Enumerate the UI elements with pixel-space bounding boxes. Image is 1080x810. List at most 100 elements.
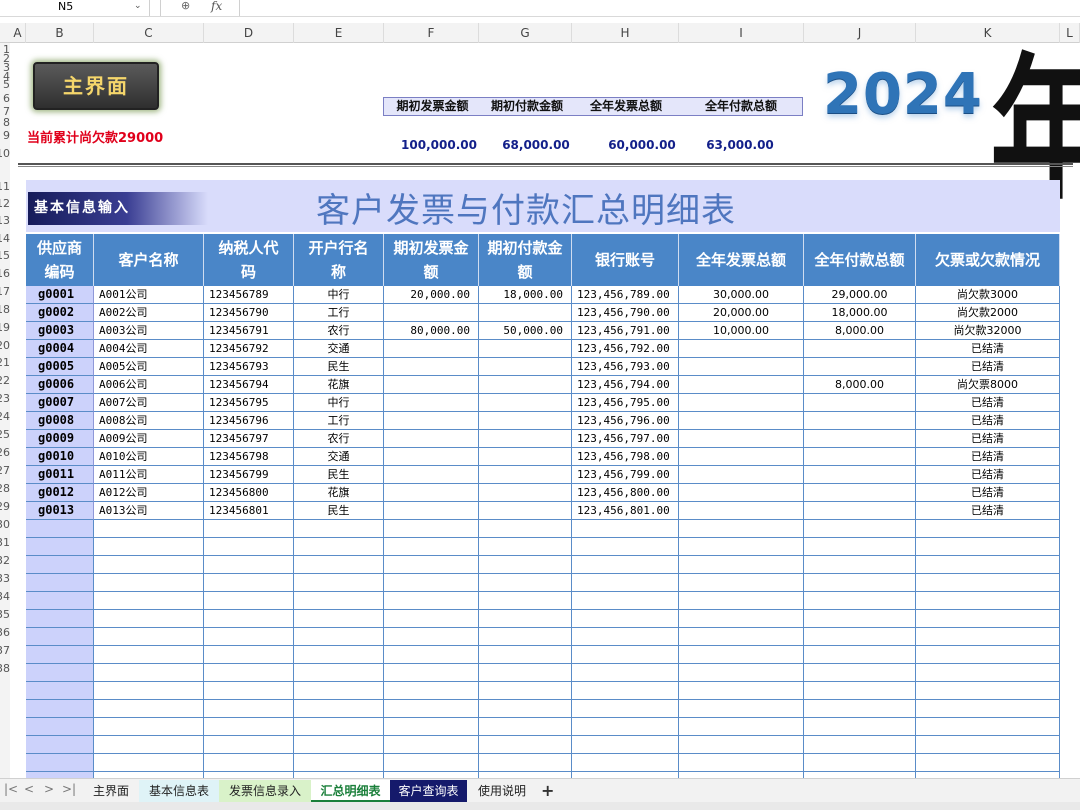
empty-cell[interactable] [804, 592, 916, 610]
add-sheet-icon[interactable]: + [541, 781, 554, 800]
cell-annual-payment[interactable]: 29,000.00 [804, 286, 916, 304]
empty-cell[interactable] [916, 592, 1060, 610]
sheet-tab[interactable]: 发票信息录入 [219, 780, 311, 802]
cell-status[interactable]: 已结清 [916, 448, 1060, 466]
column-header-g[interactable]: G [479, 23, 572, 43]
cell-opening-invoice[interactable] [384, 358, 479, 376]
empty-cell[interactable] [679, 736, 804, 754]
empty-cell[interactable] [26, 664, 94, 682]
empty-cell[interactable] [294, 718, 384, 736]
magnifier-icon[interactable]: ⊕ [181, 0, 190, 12]
empty-cell[interactable] [204, 538, 294, 556]
empty-cell[interactable] [204, 664, 294, 682]
empty-cell[interactable] [804, 700, 916, 718]
empty-cell[interactable] [572, 574, 679, 592]
row-header[interactable]: 8 [0, 116, 10, 129]
cell-opening-payment[interactable] [479, 394, 572, 412]
empty-cell[interactable] [384, 610, 479, 628]
empty-cell[interactable] [204, 646, 294, 664]
cell-annual-payment[interactable] [804, 484, 916, 502]
empty-cell[interactable] [916, 628, 1060, 646]
empty-cell[interactable] [294, 736, 384, 754]
empty-cell[interactable] [916, 682, 1060, 700]
cell-bank-account[interactable]: 123,456,791.00 [572, 322, 679, 340]
empty-cell[interactable] [94, 610, 204, 628]
cell-supplier-code[interactable]: g0001 [26, 286, 94, 304]
cell-annual-invoice[interactable] [679, 430, 804, 448]
cell-customer-name[interactable]: A007公司 [94, 394, 204, 412]
empty-cell[interactable] [94, 538, 204, 556]
cell-opening-invoice[interactable] [384, 412, 479, 430]
empty-cell[interactable] [94, 592, 204, 610]
last-sheet-button[interactable]: >| [62, 782, 76, 796]
empty-cell[interactable] [94, 574, 204, 592]
cell-bank-account[interactable]: 123,456,790.00 [572, 304, 679, 322]
empty-cell[interactable] [384, 736, 479, 754]
cell-customer-name[interactable]: A012公司 [94, 484, 204, 502]
cell-opening-payment[interactable] [479, 502, 572, 520]
cell-bank-name[interactable]: 农行 [294, 430, 384, 448]
cell-tax-id[interactable]: 123456794 [204, 376, 294, 394]
empty-cell[interactable] [26, 628, 94, 646]
empty-cell[interactable] [804, 538, 916, 556]
cell-bank-name[interactable]: 中行 [294, 394, 384, 412]
cell-annual-invoice[interactable]: 10,000.00 [679, 322, 804, 340]
row-header[interactable]: 15 [0, 249, 10, 262]
row-header[interactable]: 29 [0, 500, 10, 513]
empty-cell[interactable] [384, 700, 479, 718]
cell-bank-account[interactable]: 123,456,801.00 [572, 502, 679, 520]
cell-opening-payment[interactable] [479, 340, 572, 358]
empty-cell[interactable] [384, 646, 479, 664]
cell-annual-payment[interactable] [804, 394, 916, 412]
cell-status[interactable]: 已结清 [916, 394, 1060, 412]
empty-cell[interactable] [26, 592, 94, 610]
empty-cell[interactable] [26, 520, 94, 538]
cell-tax-id[interactable]: 123456790 [204, 304, 294, 322]
empty-cell[interactable] [916, 520, 1060, 538]
row-header[interactable]: 12 [0, 197, 10, 210]
empty-cell[interactable] [204, 682, 294, 700]
empty-cell[interactable] [479, 520, 572, 538]
empty-cell[interactable] [679, 592, 804, 610]
main-menu-button[interactable]: 主界面 [33, 62, 159, 110]
cell-opening-payment[interactable] [479, 304, 572, 322]
cell-supplier-code[interactable]: g0002 [26, 304, 94, 322]
empty-cell[interactable] [479, 754, 572, 772]
cell-customer-name[interactable]: A010公司 [94, 448, 204, 466]
cell-bank-name[interactable]: 民生 [294, 466, 384, 484]
empty-cell[interactable] [679, 700, 804, 718]
cell-status[interactable]: 尚欠款32000 [916, 322, 1060, 340]
empty-cell[interactable] [204, 610, 294, 628]
cell-bank-name[interactable]: 中行 [294, 286, 384, 304]
cell-tax-id[interactable]: 123456800 [204, 484, 294, 502]
empty-cell[interactable] [26, 682, 94, 700]
empty-cell[interactable] [679, 628, 804, 646]
empty-cell[interactable] [572, 628, 679, 646]
empty-cell[interactable] [384, 520, 479, 538]
cell-annual-invoice[interactable] [679, 466, 804, 484]
cell-opening-invoice[interactable] [384, 376, 479, 394]
empty-cell[interactable] [804, 718, 916, 736]
cell-opening-invoice[interactable] [384, 340, 479, 358]
row-header[interactable]: 5 [0, 78, 10, 91]
cell-bank-name[interactable]: 工行 [294, 304, 384, 322]
row-header[interactable]: 30 [0, 518, 10, 531]
empty-cell[interactable] [804, 646, 916, 664]
cell-opening-invoice[interactable] [384, 304, 479, 322]
cell-tax-id[interactable]: 123456792 [204, 340, 294, 358]
row-header[interactable]: 16 [0, 267, 10, 280]
cell-annual-invoice[interactable] [679, 448, 804, 466]
row-header[interactable]: 37 [0, 644, 10, 657]
cell-bank-account[interactable]: 123,456,794.00 [572, 376, 679, 394]
empty-cell[interactable] [572, 736, 679, 754]
empty-cell[interactable] [916, 736, 1060, 754]
cell-bank-account[interactable]: 123,456,800.00 [572, 484, 679, 502]
row-header[interactable]: 31 [0, 536, 10, 549]
cell-supplier-code[interactable]: g0007 [26, 394, 94, 412]
cell-bank-name[interactable]: 交通 [294, 448, 384, 466]
empty-cell[interactable] [384, 754, 479, 772]
sheet-tab[interactable]: 主界面 [83, 780, 139, 802]
empty-cell[interactable] [479, 538, 572, 556]
cell-opening-invoice[interactable] [384, 430, 479, 448]
row-header[interactable]: 13 [0, 214, 10, 227]
